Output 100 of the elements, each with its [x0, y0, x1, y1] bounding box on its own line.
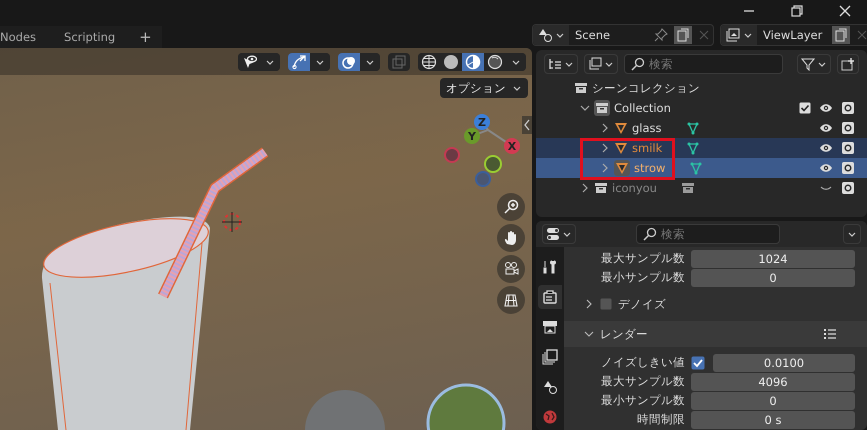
- collapsed-caret-icon[interactable]: [600, 163, 610, 173]
- number-field[interactable]: 1024: [691, 250, 855, 268]
- caret-icon: [511, 58, 521, 66]
- caret-icon: [265, 58, 275, 66]
- wireframe-shading-icon: [421, 54, 437, 70]
- item-label: glass: [632, 121, 662, 135]
- search-field[interactable]: 検索: [636, 224, 780, 244]
- field-label: 最大サンプル数: [600, 374, 685, 389]
- camera-icon[interactable]: [841, 101, 855, 115]
- camera-icon[interactable]: [841, 161, 855, 175]
- options-label: オプション: [446, 80, 506, 96]
- display-mode-icon: [548, 57, 562, 71]
- options-button[interactable]: [843, 224, 861, 244]
- caret-icon: [564, 60, 574, 68]
- hand-button[interactable]: [497, 224, 525, 252]
- shading-mode-button[interactable]: [462, 52, 484, 70]
- caret-icon: [315, 58, 325, 66]
- zoom-icon: [503, 199, 519, 215]
- filter-icon: [801, 57, 815, 71]
- mesh-data-icon[interactable]: [686, 141, 700, 155]
- panel-title: レンダー: [600, 326, 648, 342]
- expanded-caret-icon[interactable]: [580, 103, 590, 113]
- mesh-data-icon[interactable]: [689, 161, 704, 175]
- camera-icon: [503, 261, 519, 277]
- camera-button[interactable]: [497, 255, 525, 283]
- item-label: Collection: [614, 101, 671, 115]
- scene-icon: [542, 379, 558, 395]
- collapse-sidebar-icon[interactable]: [522, 116, 532, 134]
- gizmo-icon: [291, 54, 307, 70]
- solid-shading-icon: [443, 54, 459, 70]
- collapsed-caret-icon[interactable]: [580, 183, 590, 193]
- add-tab-button[interactable]: +: [129, 26, 162, 48]
- caret-icon: [365, 58, 375, 66]
- collection-icon: [574, 81, 588, 95]
- render-icon: [542, 289, 558, 305]
- display-mode-button[interactable]: [544, 54, 578, 74]
- grid-button[interactable]: [497, 286, 525, 314]
- new-collection-button[interactable]: [837, 54, 859, 74]
- panel-header[interactable]: デノイズ: [564, 291, 855, 317]
- item-label: シーンコレクション: [592, 80, 700, 96]
- camera-icon[interactable]: [841, 141, 855, 155]
- collection-icon: [594, 181, 608, 195]
- collapsed-caret-icon: [584, 299, 594, 309]
- outliner-row[interactable]: smilk: [536, 138, 867, 158]
- search-input[interactable]: 検索: [649, 57, 759, 71]
- search-field[interactable]: 検索: [624, 54, 783, 74]
- mesh-object-icon: [614, 160, 630, 176]
- filter-button[interactable]: [797, 54, 831, 74]
- number-field[interactable]: 0 s: [691, 410, 855, 428]
- material-shading-icon: [465, 54, 481, 70]
- properties-tab[interactable]: [538, 285, 562, 309]
- options-dropdown[interactable]: オプション: [440, 78, 528, 98]
- camera-icon[interactable]: [841, 121, 855, 135]
- workspace-tab[interactable]: Nodes: [0, 26, 50, 48]
- collection-icon[interactable]: [680, 181, 695, 195]
- search-input[interactable]: 検索: [661, 227, 771, 241]
- gizmo-button[interactable]: [288, 52, 310, 70]
- field-label: 最小サンプル数: [600, 393, 685, 408]
- item-label: iconyou: [612, 181, 657, 195]
- item-label: smilk: [632, 141, 662, 155]
- outliner-row[interactable]: Collection: [536, 98, 867, 118]
- checkbox-checked-icon[interactable]: [799, 102, 811, 114]
- restore-icon[interactable]: [791, 5, 803, 17]
- panel-title: デノイズ: [618, 296, 666, 312]
- panel-header[interactable]: レンダー: [564, 321, 867, 347]
- number-field[interactable]: 0.0100: [713, 354, 855, 372]
- editor-type-button[interactable]: [542, 224, 576, 244]
- filter-layers-icon: [588, 57, 602, 71]
- mesh-data-icon[interactable]: [686, 121, 700, 135]
- item-label: strow: [634, 161, 666, 175]
- collapsed-caret-icon[interactable]: [600, 123, 610, 133]
- number-field[interactable]: 0: [691, 392, 855, 410]
- hand-icon: [503, 230, 519, 246]
- checkbox-icon: [600, 298, 612, 310]
- caret-icon: [847, 230, 857, 238]
- outliner-row[interactable]: glass: [536, 118, 867, 138]
- mesh-object-icon: [614, 141, 628, 155]
- number-field[interactable]: 0: [691, 268, 855, 286]
- mesh-object-icon: [614, 121, 628, 135]
- field-label: 最小サンプル数: [600, 270, 685, 285]
- caret-icon: [562, 230, 572, 238]
- overlay-button[interactable]: [338, 52, 360, 70]
- output-icon: [542, 319, 558, 335]
- number-field[interactable]: 4096: [691, 372, 855, 390]
- outliner-row[interactable]: iconyou: [536, 178, 867, 198]
- selectability-button[interactable]: [238, 52, 260, 70]
- grid-icon: [503, 292, 519, 308]
- zoom-button[interactable]: [497, 193, 525, 221]
- checkbox-checked-icon[interactable]: [691, 356, 705, 370]
- caret-icon: [512, 84, 522, 92]
- filter-layers-button[interactable]: [584, 54, 618, 74]
- toggle-icon: [546, 227, 560, 241]
- axis-gizmo[interactable]: Z Y X: [444, 114, 520, 187]
- search-icon: [631, 57, 645, 71]
- collapsed-caret-icon[interactable]: [600, 143, 610, 153]
- search-icon: [643, 227, 657, 241]
- camera-icon[interactable]: [841, 181, 855, 195]
- workspace-tab[interactable]: Scripting: [50, 26, 130, 48]
- outliner-row[interactable]: strow: [536, 158, 867, 178]
- collection-icon: [594, 100, 610, 116]
